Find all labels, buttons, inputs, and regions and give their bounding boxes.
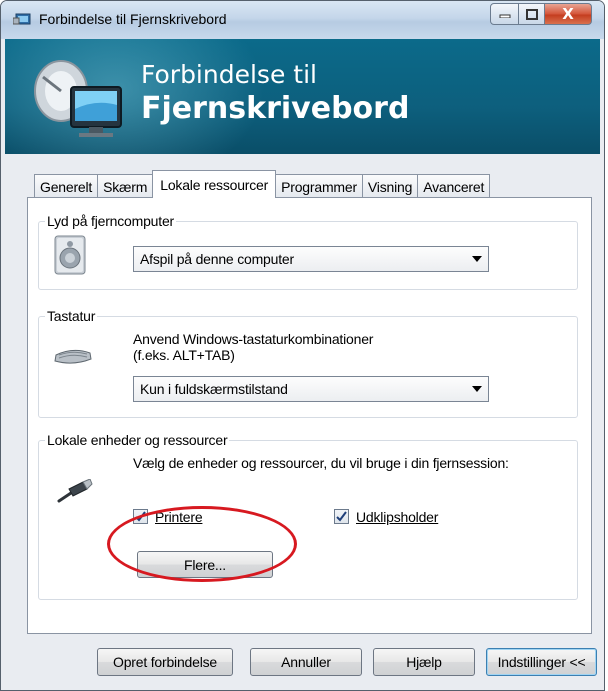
minimize-icon xyxy=(499,14,510,18)
tab-panel-lokale-ressourcer: Lyd på fjerncomputer Afspil på denne com… xyxy=(27,197,592,634)
tab-programmer[interactable]: Programmer xyxy=(275,174,363,198)
printers-label[interactable]: Printere xyxy=(155,509,203,525)
caption-buttons: X xyxy=(490,3,592,25)
maximize-button[interactable] xyxy=(519,3,545,25)
clipboard-checkbox[interactable] xyxy=(334,509,349,524)
audio-group: Lyd på fjerncomputer Afspil på denne com… xyxy=(38,213,578,290)
tab-bar: Generelt Skærm Lokale ressourcer Program… xyxy=(34,170,491,198)
local-devices-description: Vælg de enheder og ressourcer, du vil br… xyxy=(133,455,509,471)
tab-lokale-ressourcer[interactable]: Lokale ressourcer xyxy=(152,170,277,198)
minimize-button[interactable] xyxy=(490,3,519,25)
help-button[interactable]: Hjælp xyxy=(373,648,475,676)
keyboard-description-line2: (f.eks. ALT+TAB) xyxy=(133,347,235,363)
keyboard-group: Tastatur Anvend Windows-tastaturkombinat… xyxy=(38,308,578,418)
checkmark-icon xyxy=(336,511,347,522)
keyboard-description-line1: Anvend Windows-tastaturkombinationer xyxy=(133,331,374,347)
audio-playback-selected: Afspil på denne computer xyxy=(140,251,294,267)
remote-desktop-logo-icon xyxy=(34,60,122,137)
tab-generelt[interactable]: Generelt xyxy=(34,174,99,198)
audio-group-legend: Lyd på fjerncomputer xyxy=(45,213,176,229)
options-button[interactable]: Indstillinger << xyxy=(486,648,597,676)
maximize-icon xyxy=(525,8,538,20)
more-devices-button[interactable]: Flere... xyxy=(137,551,273,578)
title-bar[interactable]: Forbindelse til Fjernskrivebord X xyxy=(1,1,604,39)
audio-playback-select[interactable]: Afspil på denne computer xyxy=(133,246,489,272)
local-devices-group-legend: Lokale enheder og ressourcer xyxy=(45,432,230,448)
clipboard-label[interactable]: Udklipsholder xyxy=(356,509,438,525)
keyboard-combination-selected: Kun i fuldskærmstilstand xyxy=(140,381,288,397)
speaker-icon xyxy=(54,235,86,275)
window-title: Forbindelse til Fjernskrivebord xyxy=(39,11,227,27)
rdp-dialog-window: Forbindelse til Fjernskrivebord X Forbin xyxy=(0,0,605,691)
banner-title-line1: Forbindelse til xyxy=(141,60,317,89)
remote-desktop-app-icon xyxy=(13,13,31,25)
tab-avanceret[interactable]: Avanceret xyxy=(417,174,491,198)
local-devices-group: Lokale enheder og ressourcer Vælg de enh… xyxy=(38,432,578,600)
header-banner: Forbindelse til Fjernskrivebord xyxy=(5,39,600,154)
keyboard-combination-select[interactable]: Kun i fuldskærmstilstand xyxy=(133,376,489,402)
close-icon: X xyxy=(562,5,574,23)
printers-checkbox[interactable] xyxy=(133,509,148,524)
tab-visning[interactable]: Visning xyxy=(361,174,419,198)
close-button[interactable]: X xyxy=(545,3,592,25)
usb-plug-icon xyxy=(57,479,93,503)
cancel-button[interactable]: Annuller xyxy=(250,648,362,676)
checkmark-icon xyxy=(135,511,146,522)
chevron-down-icon xyxy=(472,386,482,392)
connect-button[interactable]: Opret forbindelse xyxy=(97,648,233,676)
keyboard-icon xyxy=(54,349,92,364)
chevron-down-icon xyxy=(472,256,482,262)
banner-title-line2: Fjernskrivebord xyxy=(141,91,410,126)
tab-skaerm[interactable]: Skærm xyxy=(97,174,154,198)
keyboard-group-legend: Tastatur xyxy=(45,308,98,324)
